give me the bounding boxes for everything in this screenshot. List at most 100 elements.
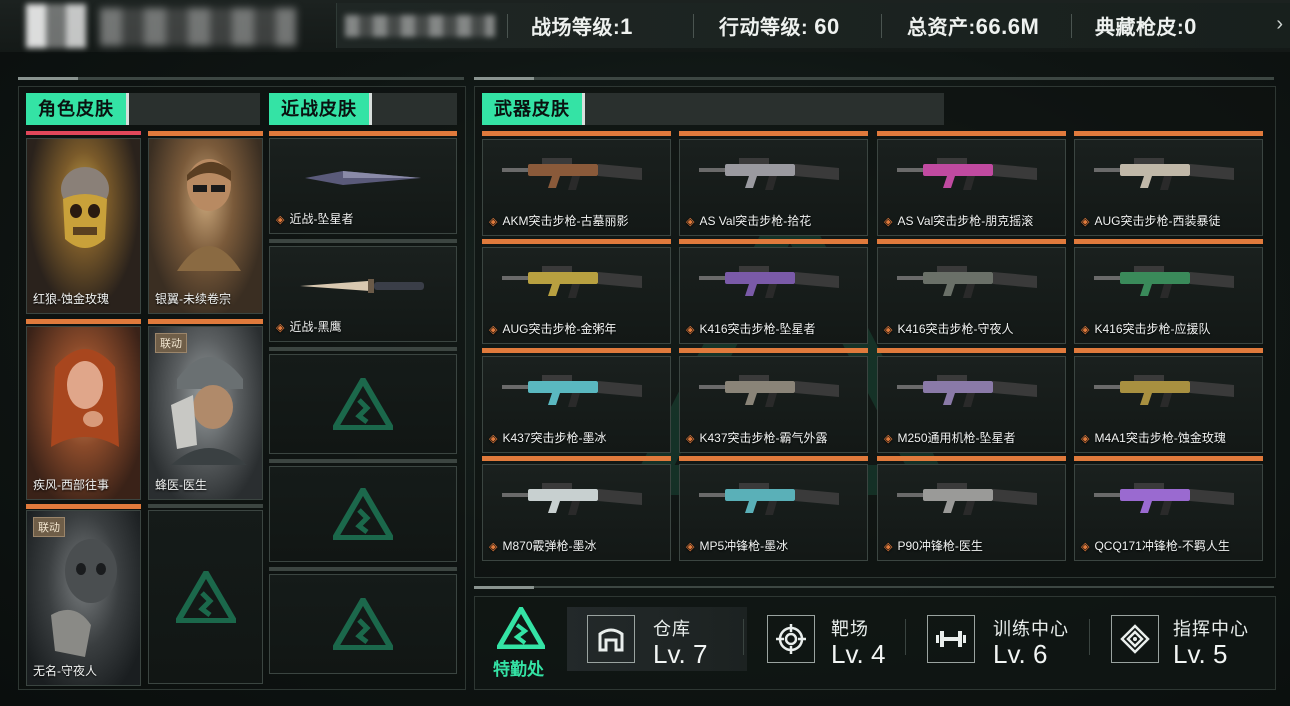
rifle-icon — [1093, 375, 1234, 408]
rarity-diamond-icon: ◈ — [884, 324, 893, 336]
weapon-card[interactable]: ◈ K437突击步枪-霸气外露 — [679, 356, 868, 453]
tab-character-skins[interactable]: 角色皮肤 — [26, 93, 260, 125]
weapon-name: ◈ AS Val突击步枪-朋克摇滚 — [884, 214, 1034, 228]
empty-slot — [269, 574, 457, 674]
character-card[interactable]: 银翼-未续卷宗 — [148, 138, 263, 314]
weapon-name: ◈ AS Val突击步枪-拾花 — [686, 214, 812, 228]
man-portrait-icon — [177, 159, 241, 271]
character-name: 银翼-未续卷宗 — [155, 292, 231, 306]
total-assets-stat: 总资产:66.6M — [907, 11, 1039, 40]
collection-skins-stat: 典藏枪皮:0 — [1095, 11, 1197, 40]
rarity-bar-orange — [1074, 348, 1263, 353]
weapon-card[interactable]: ◈ K416突击步枪-守夜人 — [877, 247, 1066, 344]
facility-name: 仓库 — [653, 619, 691, 639]
faction-logo-icon — [175, 571, 236, 623]
rarity-bar-empty — [269, 239, 457, 243]
stat-value: 60 — [814, 14, 840, 39]
player-avatar-blurred — [26, 4, 86, 48]
tab-melee-skins[interactable]: 近战皮肤 — [269, 93, 457, 125]
character-name: 无名-守夜人 — [33, 664, 97, 678]
rarity-diamond-icon: ◈ — [276, 214, 285, 226]
rifle-icon — [698, 266, 839, 299]
rifle-icon — [501, 375, 642, 408]
divider — [507, 14, 508, 38]
weapon-card[interactable]: ◈ AUG突击步枪-西装暴徒 — [1074, 139, 1263, 236]
rarity-bar-orange — [1074, 131, 1263, 136]
weapon-card[interactable]: ◈ QCQ171冲锋枪-不羁人生 — [1074, 464, 1263, 561]
weapon-name: ◈ AUG突击步枪-金粥年 — [489, 322, 617, 336]
melee-card[interactable]: ◈ 近战-坠星者 — [269, 138, 457, 234]
skull-mask-icon — [61, 167, 109, 248]
weapon-name: ◈ P90冲锋枪-医生 — [884, 539, 983, 553]
weapon-card[interactable]: ◈ K416突击步枪-应援队 — [1074, 247, 1263, 344]
rarity-bar-orange — [679, 456, 868, 461]
rifle-icon — [698, 483, 839, 516]
command-icon — [1111, 615, 1159, 663]
weapon-card[interactable]: ◈ M250通用机枪-坠星者 — [877, 356, 1066, 453]
empty-slot — [148, 510, 263, 684]
weapon-card[interactable]: ◈ AUG突击步枪-金粥年 — [482, 247, 671, 344]
collab-tag: 联动 — [155, 333, 187, 353]
weapon-card[interactable]: ◈ M870霰弹枪-墨冰 — [482, 464, 671, 561]
weapon-card[interactable]: ◈ K437突击步枪-墨冰 — [482, 356, 671, 453]
faction-logo-icon — [333, 598, 393, 650]
facility-range[interactable]: 靶场 Lv. 4 — [747, 607, 903, 671]
rifle-icon — [1093, 266, 1234, 299]
rifle-icon — [501, 158, 642, 191]
character-card[interactable]: 疾风-西部往事 — [26, 326, 141, 500]
character-card[interactable]: 联动 蜂医-医生 — [148, 326, 263, 500]
rarity-bar-orange — [148, 319, 263, 324]
stat-label: 行动等级: — [719, 17, 815, 39]
tab-weapon-skins[interactable]: 武器皮肤 — [482, 93, 944, 125]
facility-warehouse[interactable]: 仓库 Lv. 7 — [567, 607, 747, 671]
panel-top-line — [474, 586, 1274, 589]
weapon-card[interactable]: ◈ M4A1突击步枪-蚀金玫瑰 — [1074, 356, 1263, 453]
weapon-card[interactable]: ◈ AS Val突击步枪-拾花 — [679, 139, 868, 236]
stat-label: 总资产: — [907, 17, 976, 39]
melee-card[interactable]: ◈ 近战-黑鹰 — [269, 246, 457, 342]
rarity-diamond-icon: ◈ — [686, 216, 695, 228]
rarity-diamond-icon: ◈ — [489, 216, 498, 228]
character-name: 蜂医-医生 — [155, 478, 207, 492]
rifle-icon — [1093, 483, 1234, 516]
masked-operator-icon — [51, 539, 117, 657]
rarity-diamond-icon: ◈ — [489, 541, 498, 553]
divider — [881, 14, 882, 38]
weapon-name: ◈ QCQ171冲锋枪-不羁人生 — [1081, 539, 1230, 553]
weapon-card[interactable]: ◈ K416突击步枪-坠星者 — [679, 247, 868, 344]
rarity-diamond-icon: ◈ — [489, 433, 498, 445]
chevron-right-icon[interactable]: › — [1276, 13, 1283, 36]
character-card[interactable]: 红狼-蚀金玫瑰 — [26, 138, 141, 314]
weapon-card[interactable]: ◈ AKM突击步枪-古墓丽影 — [482, 139, 671, 236]
collab-tag: 联动 — [33, 517, 65, 537]
rarity-bar-empty — [269, 347, 457, 351]
weapon-name: ◈ M250通用机枪-坠星者 — [884, 431, 1016, 445]
facility-training-center[interactable]: 训练中心 Lv. 6 — [907, 607, 1077, 671]
divider — [905, 619, 906, 655]
weapon-card[interactable]: ◈ AS Val突击步枪-朋克摇滚 — [877, 139, 1066, 236]
weapon-card[interactable]: ◈ MP5冲锋枪-墨冰 — [679, 464, 868, 561]
rarity-bar-red — [26, 131, 141, 135]
rarity-diamond-icon: ◈ — [884, 216, 893, 228]
rarity-bar-empty — [148, 504, 263, 508]
rarity-bar-orange — [482, 456, 671, 461]
combat-knife-icon — [300, 279, 424, 294]
weapon-name: ◈ MP5冲锋枪-墨冰 — [686, 539, 789, 553]
divider — [1089, 619, 1090, 655]
facility-name: 指挥中心 — [1173, 619, 1249, 639]
battlefield-level-stat: 战场等级:1 — [531, 11, 633, 40]
rarity-bar-orange — [482, 348, 671, 353]
rarity-bar-orange — [679, 239, 868, 244]
rarity-diamond-icon: ◈ — [1081, 541, 1090, 553]
weapon-name: ◈ K437突击步枪-霸气外露 — [686, 431, 828, 445]
character-card[interactable]: 联动 无名-守夜人 — [26, 510, 141, 686]
facility-command-center[interactable]: 指挥中心 Lv. 5 — [1091, 607, 1271, 671]
divider — [743, 619, 744, 655]
weapon-card[interactable]: ◈ P90冲锋枪-医生 — [877, 464, 1066, 561]
facility-level: Lv. 4 — [831, 639, 886, 669]
empty-slot — [269, 354, 457, 454]
rarity-bar-empty — [269, 567, 457, 571]
special-ops-badge[interactable]: 特勤处 — [489, 607, 553, 679]
rarity-diamond-icon: ◈ — [1081, 433, 1090, 445]
player-stats-panel: 战场等级:1 行动等级: 60 总资产:66.6M 典藏枪皮:0 › — [336, 3, 1290, 48]
